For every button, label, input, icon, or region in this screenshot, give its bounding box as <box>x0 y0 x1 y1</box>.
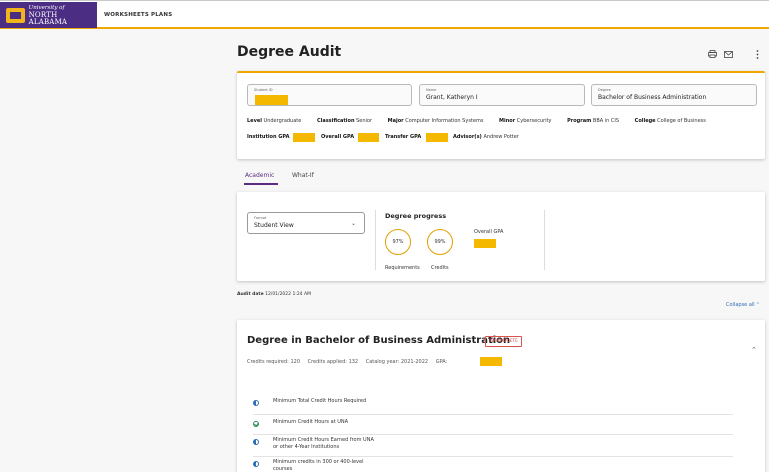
degree-progress-title: Degree progress <box>385 212 447 220</box>
audit-date-value: 12/01/2022 1:24 AM <box>265 292 311 297</box>
advisor-value: Andrew Potter <box>483 134 519 140</box>
top-navigation-bar: University of NORTH ALABAMA WORKSHEETS P… <box>0 0 769 29</box>
requirement-row[interactable]: Minimum Credit Hours at UNA <box>253 415 733 435</box>
tab-academic[interactable]: Academic <box>245 172 274 179</box>
logo-line-2: NORTH ALABAMA <box>28 10 68 26</box>
requirements-progress-ring: 97% <box>385 229 411 255</box>
requirement-row[interactable]: Minimum Credit Hours Earned from UNA or … <box>253 435 733 457</box>
requirement-text: Minimum Total Credit Hours Required <box>273 398 367 404</box>
audit-date: Audit date 12/01/2022 1:24 AM <box>237 292 311 297</box>
requirement-row[interactable]: Minimum credits in 300 or 400-level cour… <box>253 457 733 472</box>
degree-label: Degree <box>598 88 611 92</box>
more-vert-icon[interactable] <box>752 49 762 59</box>
degree-value: Bachelor of Business Administration <box>598 94 707 101</box>
requirement-text: Minimum Credit Hours Earned from UNA <box>273 437 374 443</box>
degree-block-card: Degree in Bachelor of Business Administr… <box>237 320 765 472</box>
requirement-text: Minimum credits in 300 or 400-level <box>273 459 364 465</box>
format-value: Student View <box>254 222 294 229</box>
student-info-card: Student ID Name Grant, Katheryn I Degree… <box>237 71 765 159</box>
divider-right <box>544 210 545 270</box>
audit-date-label: Audit date <box>237 292 264 297</box>
status-badge: INCOMPLETE <box>485 336 522 347</box>
format-select[interactable]: Format Student View ⌄ <box>247 212 365 234</box>
check-circle-icon <box>253 421 259 427</box>
requirement-text-line-2: courses <box>273 466 293 472</box>
active-tab-indicator <box>244 183 278 185</box>
student-details-row: Level Undergraduate Classification Senio… <box>247 118 706 124</box>
nav-worksheets[interactable]: WORKSHEETS <box>104 12 149 18</box>
name-value: Grant, Katheryn I <box>426 94 478 101</box>
requirements-label: Requirements <box>385 265 420 271</box>
divider <box>375 210 376 270</box>
credits-label: Credits <box>431 265 449 271</box>
progress-card: Format Student View ⌄ Degree progress 97… <box>237 192 765 281</box>
redacted-student-id <box>255 95 288 105</box>
page-title: Degree Audit <box>237 44 342 60</box>
name-field[interactable]: Name Grant, Katheryn I <box>419 84 585 106</box>
requirement-text: Minimum Credit Hours at UNA <box>273 419 349 425</box>
requirement-row[interactable]: Minimum Total Credit Hours Required <box>253 393 733 415</box>
redacted-transfer-gpa <box>426 133 448 142</box>
half-circle-icon <box>253 400 259 406</box>
chevron-up-icon: ⌃ <box>755 302 760 308</box>
chevron-up-icon[interactable]: ⌃ <box>751 346 757 354</box>
format-label: Format <box>254 216 267 220</box>
university-logo[interactable]: University of NORTH ALABAMA <box>0 2 97 28</box>
requirement-text-line-2: or other 4-Year Institutions <box>273 444 340 450</box>
tab-what-if[interactable]: What-If <box>292 172 314 179</box>
half-circle-icon <box>253 461 259 467</box>
advisor-label: Advisor(s) <box>453 134 482 140</box>
collapse-all-button[interactable]: Collapse all⌃ <box>726 302 760 308</box>
redacted-overall-gpa-progress <box>474 239 496 248</box>
institution-gpa-label: Institution GPA <box>247 134 290 140</box>
mail-icon[interactable] <box>723 49 733 59</box>
credits-progress-ring: 99% <box>427 229 453 255</box>
overall-gpa-label: Overall GPA <box>321 134 355 140</box>
student-id-label: Student ID <box>254 88 273 92</box>
redacted-institution-gpa <box>293 133 315 142</box>
degree-block-title: Degree in Bachelor of Business Administr… <box>247 335 511 346</box>
redacted-overall-gpa <box>358 133 379 142</box>
gpa-row: Institution GPA <box>247 134 289 140</box>
print-icon[interactable] <box>707 49 717 59</box>
half-circle-icon <box>253 439 259 445</box>
name-label: Name <box>426 88 437 92</box>
chevron-down-icon: ⌄ <box>350 220 356 227</box>
degree-field[interactable]: Degree Bachelor of Business Administrati… <box>591 84 757 106</box>
crest-icon <box>6 7 25 23</box>
redacted-degree-gpa <box>480 357 502 366</box>
nav-plans[interactable]: PLANS <box>151 12 172 18</box>
overall-gpa-progress-label: Overall GPA <box>474 229 504 235</box>
transfer-gpa-label: Transfer GPA <box>385 134 422 140</box>
degree-block-stats: Credits required: 120 Credits applied: 1… <box>247 359 448 365</box>
